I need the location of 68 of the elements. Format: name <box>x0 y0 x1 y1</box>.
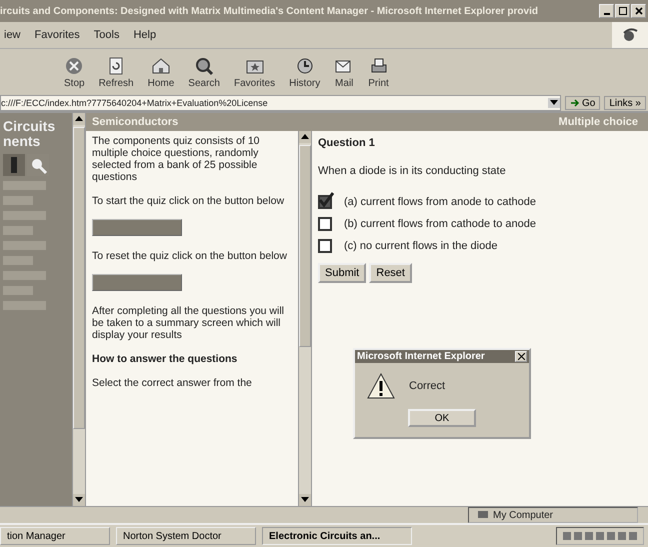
heading: How to answer the questions <box>92 353 238 365</box>
history-icon <box>294 56 315 76</box>
toolbar-button[interactable]: Print <box>364 54 393 90</box>
scroll-up-icon <box>75 116 83 122</box>
taskbar-button[interactable]: Electronic Circuits an... <box>262 527 412 545</box>
menu-item[interactable]: Help <box>133 29 156 41</box>
arrow-icon <box>570 98 580 108</box>
scrollbar[interactable] <box>298 131 312 506</box>
maximize-icon <box>618 7 626 15</box>
option-label: (a) current flows from anode to cathode <box>344 196 536 208</box>
toolbar-button[interactable]: History <box>285 54 324 90</box>
print-icon <box>368 56 388 76</box>
paragraph: After completing all the questions you will be taken to a summary screen which will display your results <box>92 305 286 341</box>
menu-item[interactable]: Tools <box>94 29 120 41</box>
window-title: ircuits and Components: Designed with Matrix Multimedia's Content Manager - Microsoft Internet Explorer provid <box>0 6 539 16</box>
toolbar-button[interactable]: Favorites <box>230 54 280 90</box>
home-icon <box>150 56 171 76</box>
stop-icon <box>64 56 84 76</box>
section-title: Semiconductors <box>92 116 178 128</box>
dropdown-arrow-icon <box>550 100 558 106</box>
toolbar-button[interactable]: Refresh <box>94 54 138 90</box>
quiz-button[interactable] <box>92 219 182 236</box>
paragraph: The components quiz consists of 10 multiple choice questions, randomly selected from a bank of 25 possible questions <box>92 135 261 183</box>
scroll-down-icon <box>301 497 309 503</box>
paragraph: To start the quiz click on the button below <box>92 195 286 207</box>
checkbox[interactable] <box>318 195 332 209</box>
toolbar-button[interactable]: Stop <box>60 54 89 90</box>
taskbar-button[interactable]: Norton System Doctor <box>116 527 256 545</box>
close-icon <box>634 7 642 15</box>
search-icon <box>194 56 214 76</box>
go-button[interactable]: Go <box>564 96 600 110</box>
component-icon <box>3 154 25 176</box>
sidebar-title: Circuits <box>3 119 56 134</box>
ok-button[interactable]: OK <box>408 409 476 427</box>
option-label: (c) no current flows in the diode <box>344 240 498 252</box>
close-button[interactable] <box>515 351 527 362</box>
checkbox[interactable] <box>318 239 332 253</box>
form-button[interactable]: Submit <box>318 263 366 283</box>
taskbar-button[interactable]: tion Manager <box>0 527 110 545</box>
toolbar-button[interactable]: Mail <box>330 54 358 90</box>
toolbar-button[interactable]: Home <box>144 54 178 90</box>
toolbar-button[interactable]: Search <box>184 54 224 90</box>
question-text: When a diode is in its conducting state <box>318 165 507 177</box>
paragraph: To reset the quiz click on the button below <box>92 250 288 262</box>
section-title: Multiple choice <box>558 116 638 128</box>
sidebar-title: nents <box>3 134 42 149</box>
minimize-button[interactable] <box>599 4 614 18</box>
address-field[interactable]: c:///F:/ECC/index.htm?7775640204+Matrix+Evaluation%20License <box>0 95 561 111</box>
menu-item[interactable]: iew <box>4 29 21 41</box>
dialog-message: Correct <box>409 380 446 392</box>
menu-item[interactable]: Favorites <box>34 29 80 41</box>
computer-icon <box>477 510 489 520</box>
globe-icon <box>612 22 648 48</box>
links-button[interactable]: Links » <box>604 96 646 110</box>
option-label: (b) current flows from cathode to anode <box>344 218 536 230</box>
status-zone: My Computer <box>468 507 638 523</box>
maximize-button[interactable] <box>615 4 630 18</box>
question-title: Question 1 <box>318 137 376 149</box>
close-button[interactable] <box>631 4 646 18</box>
form-button[interactable]: Reset <box>369 263 412 283</box>
checkbox[interactable] <box>318 217 332 231</box>
scroll-down-icon <box>75 497 83 503</box>
paragraph: Select the correct answer from the <box>92 377 253 389</box>
dialog-title: Microsoft Internet Explorer <box>357 351 485 362</box>
quiz-button[interactable] <box>92 274 182 291</box>
warning-icon <box>367 373 395 399</box>
scrollbar[interactable] <box>72 113 86 506</box>
scroll-up-icon <box>301 134 309 140</box>
